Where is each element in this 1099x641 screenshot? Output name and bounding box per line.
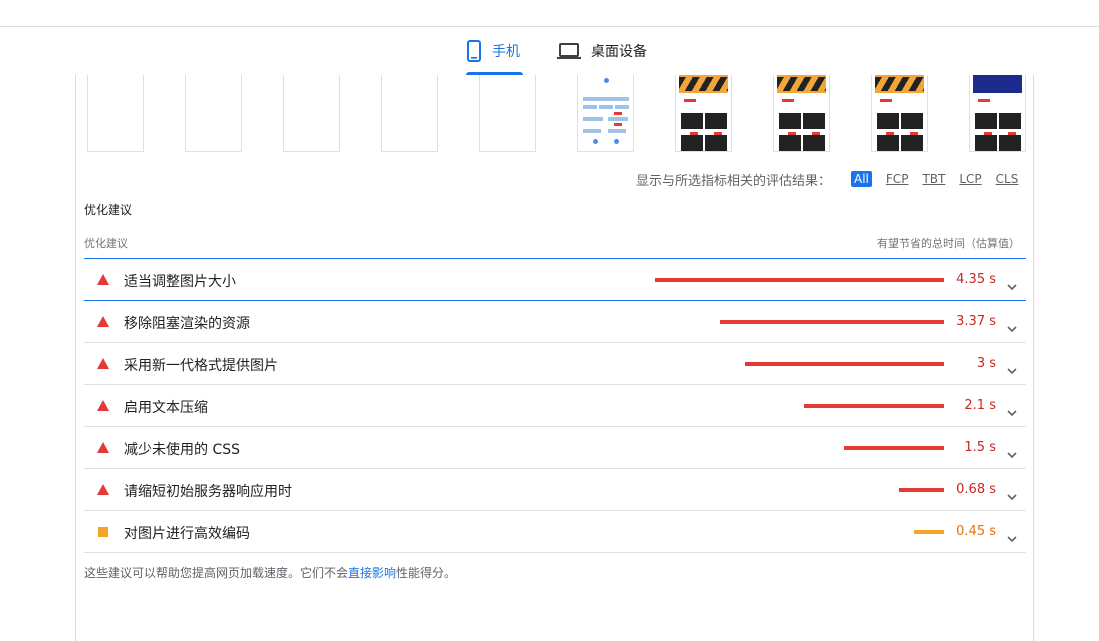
- savings-value: 0.68 s: [956, 482, 996, 497]
- opportunity-row[interactable]: 减少未使用的 CSS 1.5 s: [84, 427, 1026, 469]
- tab-mobile[interactable]: 手机: [466, 27, 520, 75]
- footer-text-after: 性能得分。: [396, 566, 457, 580]
- chevron-down-icon[interactable]: [1007, 444, 1017, 463]
- metric-filter: 显示与所选指标相关的评估结果： All FCP TBT LCP CLS: [636, 170, 1029, 189]
- opportunity-title: 请缩短初始服务器响应用时: [124, 484, 292, 500]
- opportunity-list: 适当调整图片大小 4.35 s 移除阻塞渲染的资源 3.37 s 采用新一代格式提供图片…: [84, 259, 1026, 553]
- savings-value: 0.45 s: [956, 524, 996, 539]
- fail-triangle-icon: [97, 400, 109, 412]
- metric-filter-label: 显示与所选指标相关的评估结果：: [636, 173, 832, 189]
- opportunity-row[interactable]: 采用新一代格式提供图片 3 s: [84, 343, 1026, 385]
- chevron-down-icon[interactable]: [1007, 528, 1017, 547]
- savings-bar: [720, 320, 944, 324]
- opportunity-row[interactable]: 请缩短初始服务器响应用时 0.68 s: [84, 469, 1026, 511]
- column-header-opportunity: 优化建议: [84, 237, 128, 250]
- chevron-down-icon[interactable]: [1007, 486, 1017, 505]
- table-header: 优化建议 有望节省的总时间（估算值）: [84, 235, 1026, 259]
- filter-chip-lcp[interactable]: LCP: [956, 171, 984, 187]
- filter-chip-fcp[interactable]: FCP: [883, 171, 912, 187]
- fail-triangle-icon: [97, 484, 109, 496]
- opportunity-title: 移除阻塞渲染的资源: [124, 316, 250, 332]
- laptop-icon: [557, 42, 581, 60]
- savings-bar: [844, 446, 944, 450]
- filter-chip-cls[interactable]: CLS: [993, 171, 1022, 187]
- opportunity-row[interactable]: 适当调整图片大小 4.35 s: [84, 259, 1026, 301]
- device-tabs: 手机 桌面设备: [0, 27, 1099, 75]
- savings-value: 4.35 s: [956, 272, 996, 287]
- chevron-down-icon[interactable]: [1007, 360, 1017, 379]
- chevron-down-icon[interactable]: [1007, 318, 1017, 337]
- filmstrip: [87, 75, 1027, 152]
- fail-triangle-icon: [97, 442, 109, 454]
- opportunity-title: 减少未使用的 CSS: [124, 442, 240, 458]
- column-header-savings: 有望节省的总时间（估算值）: [877, 237, 1020, 250]
- savings-bar: [899, 488, 944, 492]
- opportunity-title: 启用文本压缩: [124, 400, 208, 416]
- savings-value: 1.5 s: [964, 440, 996, 455]
- savings-bar: [745, 362, 944, 366]
- tab-mobile-label: 手机: [492, 44, 520, 60]
- section-title: 优化建议: [84, 203, 133, 217]
- opportunity-row[interactable]: 移除阻塞渲染的资源 3.37 s: [84, 301, 1026, 343]
- direct-impact-link[interactable]: 直接影响: [348, 566, 396, 580]
- tab-desktop[interactable]: 桌面设备: [557, 27, 647, 75]
- filmstrip-frame: [87, 75, 144, 152]
- filmstrip-frame: [871, 75, 928, 152]
- filter-chip-tbt[interactable]: TBT: [919, 171, 948, 187]
- filmstrip-frame: [381, 75, 438, 152]
- tab-desktop-label: 桌面设备: [591, 44, 647, 60]
- filter-chip-all[interactable]: All: [851, 171, 872, 187]
- average-square-icon: [97, 526, 109, 538]
- filmstrip-frame: [577, 75, 634, 152]
- footer-note: 这些建议可以帮助您提高网页加载速度。它们不会直接影响性能得分。: [84, 564, 456, 581]
- opportunity-title: 对图片进行高效编码: [124, 526, 250, 542]
- savings-bar: [804, 404, 944, 408]
- filmstrip-frame: [283, 75, 340, 152]
- savings-value: 3.37 s: [956, 314, 996, 329]
- savings-value: 3 s: [976, 356, 996, 371]
- fail-triangle-icon: [97, 316, 109, 328]
- chevron-down-icon[interactable]: [1007, 276, 1017, 295]
- savings-value: 2.1 s: [964, 398, 996, 413]
- fail-triangle-icon: [97, 358, 109, 370]
- footer-text-before: 这些建议可以帮助您提高网页加载速度。它们不会: [84, 566, 349, 580]
- chevron-down-icon[interactable]: [1007, 402, 1017, 421]
- filmstrip-frame: [185, 75, 242, 152]
- opportunity-title: 适当调整图片大小: [124, 274, 236, 290]
- filmstrip-frame: [675, 75, 732, 152]
- opportunity-title: 采用新一代格式提供图片: [124, 358, 278, 374]
- phone-icon: [466, 40, 482, 62]
- filmstrip-frame: [969, 75, 1026, 152]
- savings-bar: [914, 530, 944, 534]
- opportunity-row[interactable]: 对图片进行高效编码 0.45 s: [84, 511, 1026, 553]
- opportunity-row[interactable]: 启用文本压缩 2.1 s: [84, 385, 1026, 427]
- filmstrip-frame: [479, 75, 536, 152]
- filmstrip-frame: [773, 75, 830, 152]
- savings-bar: [655, 278, 944, 282]
- fail-triangle-icon: [97, 274, 109, 286]
